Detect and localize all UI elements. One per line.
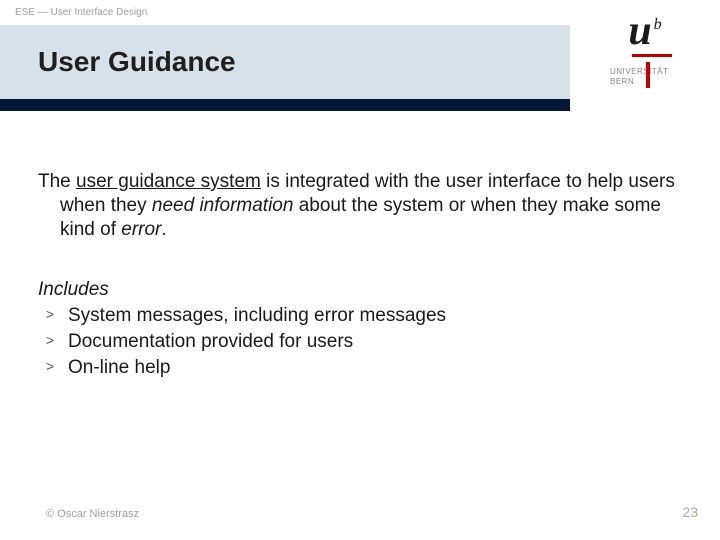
logo-text: UNIVERSITÄT BERN bbox=[610, 67, 680, 88]
includes-heading: Includes bbox=[38, 279, 682, 301]
main-content: The user guidance system is integrated w… bbox=[38, 170, 682, 380]
chevron-icon: > bbox=[46, 331, 54, 350]
list-item-text: System messages, including error message… bbox=[68, 305, 446, 326]
header-strip: ESE — User Interface Design bbox=[0, 0, 570, 25]
includes-list: > System messages, including error messa… bbox=[38, 303, 682, 380]
university-logo: ub UNIVERSITÄT BERN bbox=[570, 0, 720, 111]
page-number: 23 bbox=[682, 504, 698, 520]
footer-copyright: © Oscar Nierstrasz bbox=[46, 508, 139, 520]
para-need-info: need information bbox=[152, 195, 294, 216]
logo-u-glyph: ub bbox=[628, 10, 661, 52]
para-ugs: user guidance system bbox=[76, 171, 261, 192]
title-underline-bar bbox=[0, 99, 570, 111]
list-item: > On-line help bbox=[38, 355, 682, 381]
logo-text-line1: UNIVERSITÄT bbox=[610, 67, 680, 77]
para-tail: . bbox=[161, 219, 166, 240]
para-lead: The bbox=[38, 171, 76, 192]
includes-section: Includes > System messages, including er… bbox=[38, 279, 682, 380]
list-item: > Documentation provided for users bbox=[38, 329, 682, 355]
logo-red-bar bbox=[646, 62, 650, 88]
list-item-text: Documentation provided for users bbox=[68, 331, 353, 352]
logo-b-letter: b bbox=[654, 16, 662, 33]
list-item: > System messages, including error messa… bbox=[38, 303, 682, 329]
logo-underline bbox=[632, 54, 672, 57]
logo-text-line2: BERN bbox=[610, 77, 680, 87]
breadcrumb: ESE — User Interface Design bbox=[15, 7, 147, 18]
list-item-text: On-line help bbox=[68, 357, 170, 378]
slide-title: User Guidance bbox=[38, 46, 236, 78]
para-error: error bbox=[121, 219, 161, 240]
body-paragraph: The user guidance system is integrated w… bbox=[60, 170, 682, 241]
title-band: User Guidance bbox=[0, 25, 570, 99]
chevron-icon: > bbox=[46, 305, 54, 324]
chevron-icon: > bbox=[46, 357, 54, 376]
logo-u-letter: u bbox=[628, 8, 651, 54]
